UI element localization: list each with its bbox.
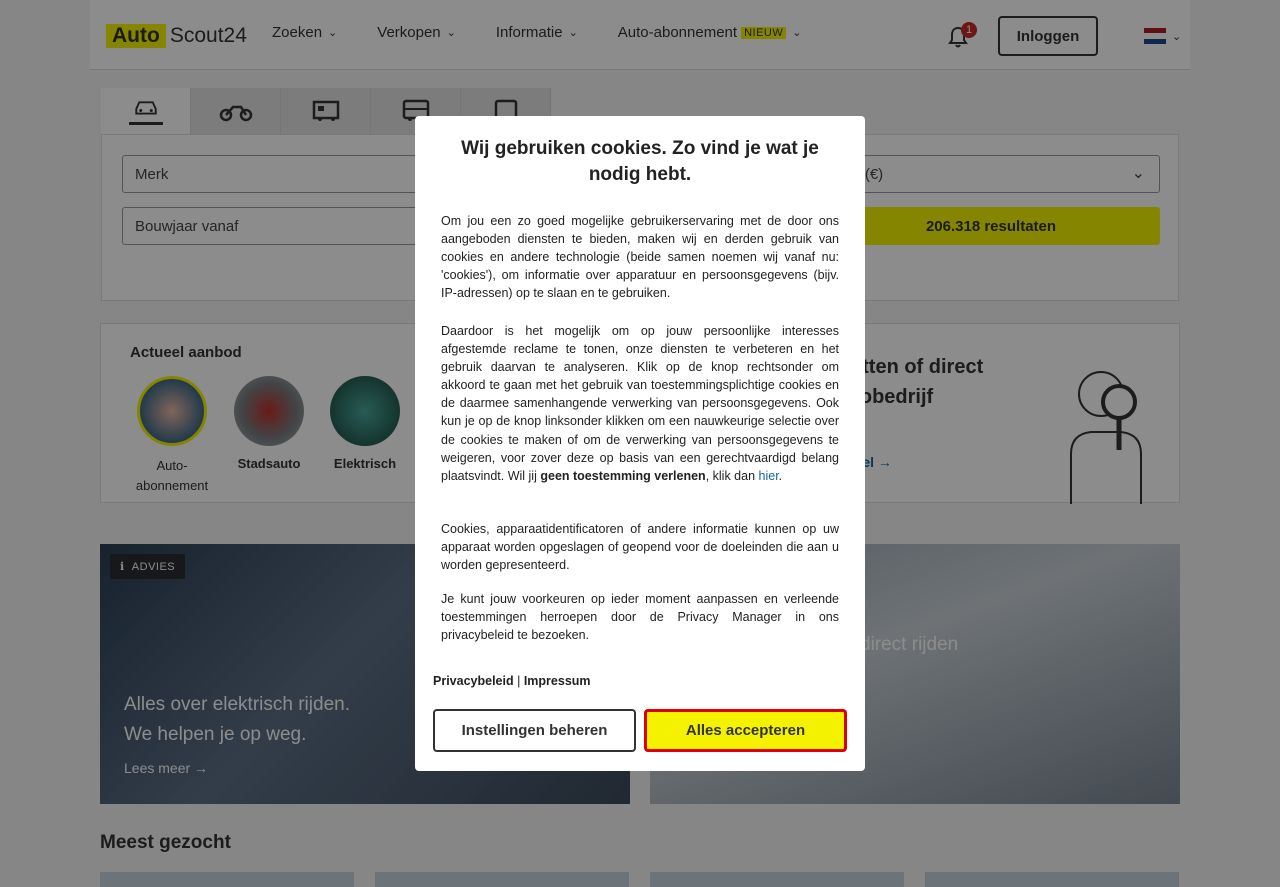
cookie-paragraph-1: Om jou een zo goed mogelijke gebruikerse…: [441, 214, 839, 301]
link-separator: |: [517, 674, 521, 688]
impressum-link[interactable]: Impressum: [524, 674, 591, 688]
cookie-dialog-title: Wij gebruiken cookies. Zo vind je wat je…: [461, 138, 819, 185]
cookie-paragraph-2-text: Daardoor is het mogelijk om op jouw pers…: [441, 324, 839, 483]
accept-all-button[interactable]: Alles accepteren: [644, 709, 847, 752]
cookie-legal-links: Privacybeleid | Impressum: [433, 674, 591, 688]
cookie-reject-link[interactable]: hier: [759, 469, 779, 483]
cookie-paragraph-3: Cookies, apparaatidentificatoren of ande…: [441, 522, 839, 573]
cookie-consent-dialog: Wij gebruiken cookies. Zo vind je wat je…: [415, 116, 865, 771]
manage-settings-button[interactable]: Instellingen beheren: [433, 709, 636, 752]
cookie-no-consent-text: geen toestemming verlenen: [540, 468, 706, 483]
cookie-paragraph-2: Daardoor is het mogelijk om op jouw pers…: [441, 324, 839, 483]
cookie-paragraph-4: Je kunt jouw voorkeuren op ieder moment …: [441, 592, 839, 643]
privacy-policy-link[interactable]: Privacybeleid: [433, 674, 514, 688]
cookie-paragraph-2-suffix: , klik dan: [705, 468, 756, 483]
